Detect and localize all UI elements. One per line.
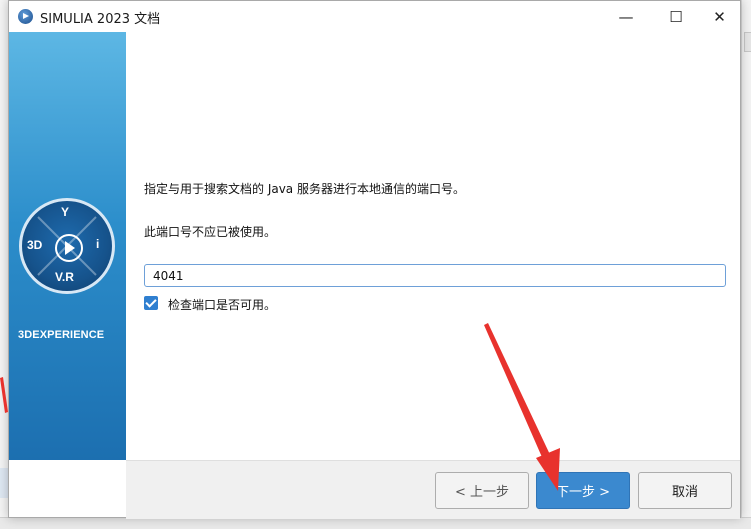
logo-tag-top: Y xyxy=(61,205,70,219)
compass-logo: Y 3D i V.R xyxy=(19,198,115,294)
window-title: SIMULIA 2023 文档 xyxy=(40,12,161,27)
port-input[interactable] xyxy=(144,264,726,287)
minimize-button[interactable]: — xyxy=(601,1,651,32)
close-icon: ✕ xyxy=(713,7,726,26)
logo-tag-bottom: V.R xyxy=(55,270,74,284)
maximize-button[interactable]: ☐ xyxy=(651,1,701,32)
close-button[interactable]: ✕ xyxy=(699,1,740,32)
next-button[interactable]: 下一步 > xyxy=(536,472,630,509)
check-port-checkbox[interactable] xyxy=(144,296,158,310)
background-selection-bar xyxy=(0,468,8,498)
title-bar[interactable]: SIMULIA 2023 文档 — ☐ ✕ xyxy=(9,1,740,32)
installer-dialog: SIMULIA 2023 文档 — ☐ ✕ Y 3D i V.R 3DEXPER… xyxy=(8,0,741,519)
content-panel: 指定与用于搜索文档的 Java 服务器进行本地通信的端口号。 此端口号不应已被使… xyxy=(126,32,740,460)
check-port-label[interactable]: 检查端口是否可用。 xyxy=(168,296,276,313)
logo-tag-left: 3D xyxy=(27,238,43,252)
background-window-left xyxy=(0,0,8,529)
screen: SIMULIA 2023 文档 — ☐ ✕ Y 3D i V.R 3DEXPER… xyxy=(0,0,751,529)
side-banner: Y 3D i V.R 3DEXPERIENCE xyxy=(9,32,126,460)
background-control xyxy=(744,32,751,52)
back-button[interactable]: < 上一步 xyxy=(435,472,529,509)
instruction-text: 指定与用于搜索文档的 Java 服务器进行本地通信的端口号。 xyxy=(144,182,465,196)
minimize-icon: — xyxy=(618,7,634,26)
cancel-button[interactable]: 取消 xyxy=(638,472,732,509)
logo-tag-right: i xyxy=(96,237,100,251)
app-icon xyxy=(18,9,33,24)
background-window-right xyxy=(741,0,751,529)
maximize-icon: ☐ xyxy=(669,7,683,26)
play-icon xyxy=(55,234,83,262)
button-bar: < 上一步 下一步 > 取消 xyxy=(126,460,740,519)
port-note-text: 此端口号不应已被使用。 xyxy=(144,225,277,239)
brand-wordmark: 3DEXPERIENCE xyxy=(18,329,105,341)
